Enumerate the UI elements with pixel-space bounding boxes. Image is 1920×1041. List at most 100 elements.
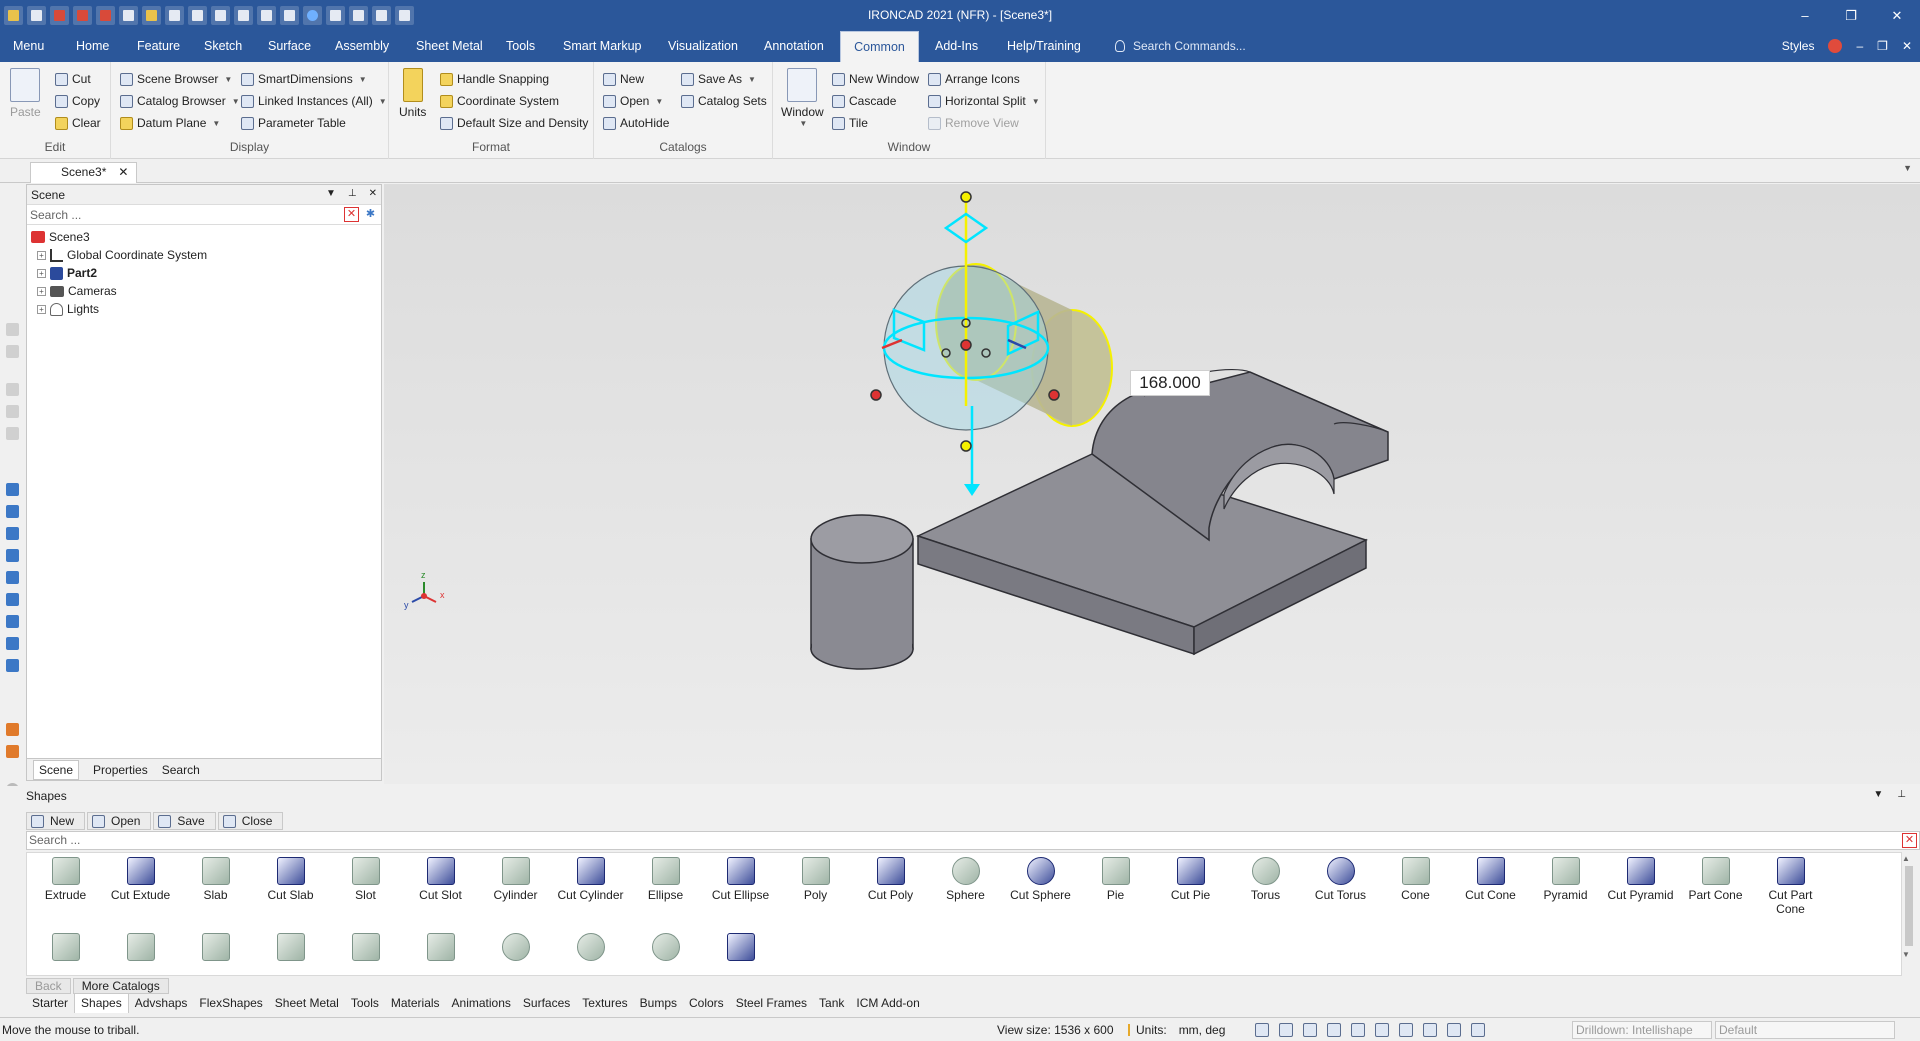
tab-feature[interactable]: Feature [131,31,186,62]
shape-item-row2[interactable] [28,929,103,964]
render-mode-icon[interactable] [1375,1023,1389,1037]
tab-common[interactable]: Common [840,31,919,62]
panel-menu-chevron-icon[interactable]: ▼ [326,188,336,201]
catalog-sets-button[interactable]: Catalog Sets [681,92,767,110]
catalog-close-button[interactable]: Close [217,812,284,830]
catalog-browser-button[interactable]: Catalog Browser ▼ [120,92,240,110]
triball-center-point[interactable] [960,339,972,351]
units-button[interactable]: Units [399,68,426,119]
save-as-catalog-button[interactable]: Save As ▼ [681,70,756,88]
tab-add-ins[interactable]: Add-Ins [929,31,984,62]
properties-tab[interactable]: Properties [93,763,148,777]
new-window-button[interactable]: New Window [832,70,919,88]
view-left-icon[interactable] [6,527,19,540]
tool-icon[interactable] [6,405,19,418]
handle-snapping-button[interactable]: Handle Snapping [440,70,549,88]
shape-item-cone[interactable]: Cone [1378,853,1453,902]
shape-item-sphere[interactable]: Sphere [928,853,1003,902]
horizontal-split-button[interactable]: Horizontal Split ▼ [928,92,1040,110]
view-trimetric-icon[interactable] [6,659,19,672]
shape-item-extrude[interactable]: Extrude [28,853,103,902]
selection-icon[interactable] [1447,1023,1461,1037]
paste-button[interactable]: Paste [10,68,41,119]
shape-item-torus[interactable]: Torus [1228,853,1303,902]
shape-item-pyramid[interactable]: Pyramid [1528,853,1603,902]
shapes-scrollbar[interactable]: ▲ ▼ [1902,854,1916,974]
styles-menu[interactable]: Styles [1782,39,1815,53]
default-select[interactable]: Default [1715,1021,1895,1039]
cut-button[interactable]: Cut [55,70,91,88]
new-catalog-button[interactable]: New [603,70,644,88]
tool-icon[interactable] [6,383,19,396]
drilldown-select[interactable]: Drilldown: Intellishape [1572,1021,1712,1039]
display-style-icon[interactable] [1423,1023,1437,1037]
expand-icon[interactable]: + [37,304,46,314]
orient-icon[interactable] [1351,1023,1365,1037]
tab-smart-markup[interactable]: Smart Markup [557,31,648,62]
tile-button[interactable]: Tile [832,114,868,132]
catalog-tab-advshaps[interactable]: Advshaps [129,996,194,1010]
scroll-up-icon[interactable]: ▲ [1902,854,1916,863]
catalog-tab-shapes[interactable]: Shapes [74,993,129,1013]
shape-item-row2[interactable] [253,929,328,964]
shape-item-row2[interactable] [478,929,553,964]
tab-sketch[interactable]: Sketch [198,31,248,62]
shape-item-cut-poly[interactable]: Cut Poly [853,853,928,902]
shape-item-cut-slab[interactable]: Cut Slab [253,853,328,902]
ribbon-restore-icon[interactable]: ❐ [1877,39,1888,53]
catalog-tab-colors[interactable]: Colors [683,996,730,1010]
tree-node-lights[interactable]: + Lights [31,300,377,318]
tree-node-cameras[interactable]: + Cameras [31,282,377,300]
section-view-icon[interactable] [1399,1023,1413,1037]
autohide-button[interactable]: AutoHide [603,114,669,132]
tab-visualization[interactable]: Visualization [662,31,744,62]
tool-icon[interactable] [6,323,19,336]
panel-close-icon[interactable]: ✕ [369,188,377,201]
tab-annotation[interactable]: Annotation [758,31,830,62]
scroll-down-icon[interactable]: ▼ [1902,950,1916,959]
tree-node-global-coordinate-system[interactable]: + Global Coordinate System [31,246,377,264]
ribbon-minimize-icon[interactable]: – [1856,39,1863,53]
catalog-tab-starter[interactable]: Starter [26,996,74,1010]
shape-item-cut-slot[interactable]: Cut Slot [403,853,478,902]
triball-top-point[interactable] [960,191,972,203]
triball-left-point[interactable] [870,389,882,401]
tab-help-training[interactable]: Help/Training [1001,31,1087,62]
more-catalogs-button[interactable]: More Catalogs [72,978,169,994]
boss-cylinder-top[interactable] [810,514,914,564]
tab-menu[interactable]: Menu [7,31,50,62]
tool-icon[interactable] [6,345,19,358]
search-options-icon[interactable]: ✱ [363,207,378,222]
shape-item-cut-torus[interactable]: Cut Torus [1303,853,1378,902]
catalog-tab-materials[interactable]: Materials [385,996,446,1010]
remove-view-button[interactable]: Remove View [928,114,1019,132]
shape-item-cut-sphere[interactable]: Cut Sphere [1003,853,1078,902]
shape-item-pie[interactable]: Pie [1078,853,1153,902]
catalog-tab-bumps[interactable]: Bumps [634,996,683,1010]
tree-node-part2[interactable]: + Part2 [31,264,377,282]
scene-tab[interactable]: Scene [33,759,80,780]
search-tab[interactable]: Search [162,763,200,777]
catalog-tab-flexshapes[interactable]: FlexShapes [193,996,268,1010]
catalog-tab-animations[interactable]: Animations [446,996,517,1010]
tab-surface[interactable]: Surface [262,31,317,62]
triball-arrow-down[interactable] [964,484,980,496]
catalog-tab-tools[interactable]: Tools [345,996,385,1010]
shape-item-row2[interactable] [628,929,703,964]
shape-item-slab[interactable]: Slab [178,853,253,902]
view-right-icon[interactable] [6,549,19,562]
tab-assembly[interactable]: Assembly [329,31,395,62]
view-cube-icon[interactable] [1327,1023,1341,1037]
parameter-table-button[interactable]: Parameter Table [241,114,346,132]
scene-browser-button[interactable]: Scene Browser ▼ [120,70,232,88]
view-bottom-icon[interactable] [6,593,19,606]
shape-item-row2[interactable] [103,929,178,964]
dimension-value-label[interactable]: 168.000 [1130,370,1210,396]
tool-icon[interactable] [6,427,19,440]
pin-icon[interactable]: ⊥ [348,188,357,201]
minimize-button[interactable]: – [1782,0,1828,31]
window-button[interactable]: Window ▼ [781,68,824,128]
zoom-icon[interactable] [1255,1023,1269,1037]
ribbon-close-icon[interactable]: ✕ [1902,39,1912,53]
coordinate-system-button[interactable]: Coordinate System [440,92,559,110]
